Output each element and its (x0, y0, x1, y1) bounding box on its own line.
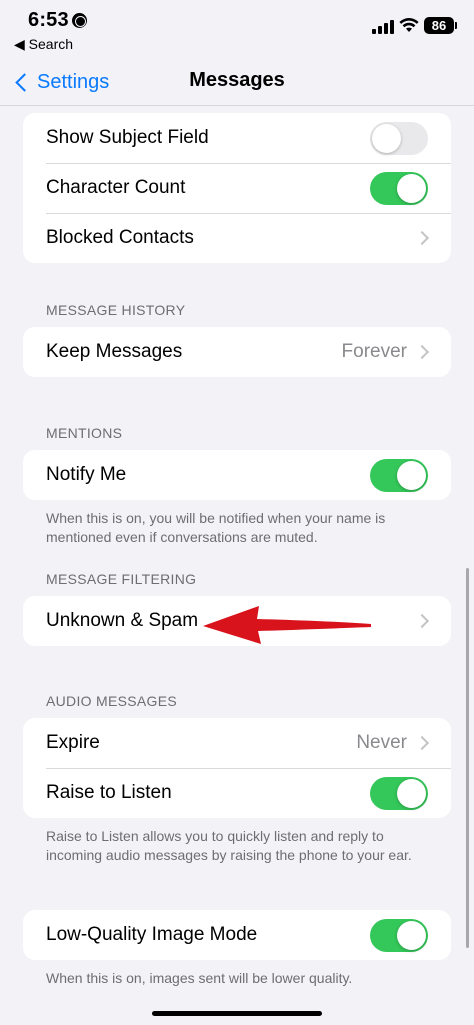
row-value: Forever (341, 341, 407, 362)
group-message-history: Keep Messages Forever (23, 327, 451, 377)
red-arrow-annotation (203, 606, 371, 644)
row-label: Expire (46, 732, 100, 753)
row-character-count: Character Count (23, 163, 451, 213)
group-general: Show Subject Field Character Count Block… (23, 113, 451, 263)
row-label: Raise to Listen (46, 782, 172, 803)
group-audio-messages: Expire Never Raise to Listen (23, 718, 451, 818)
section-header-audio-messages: AUDIO MESSAGES (46, 693, 178, 709)
row-label: Show Subject Field (46, 127, 209, 148)
toggle-knob (372, 124, 401, 153)
scroll-indicator (466, 568, 469, 948)
status-time: 6:53 (28, 9, 69, 31)
chevron-right-icon (414, 735, 430, 751)
toggle-knob (397, 779, 426, 808)
section-header-mentions: MENTIONS (46, 425, 123, 441)
signal-icon (372, 20, 394, 34)
row-raise-to-listen: Raise to Listen (23, 768, 451, 818)
toggle-knob (397, 174, 426, 203)
toggle-knob (397, 921, 426, 950)
back-to-search-link[interactable]: ◀ Search (14, 36, 73, 53)
row-label: Keep Messages (46, 341, 183, 362)
section-header-message-history: MESSAGE HISTORY (46, 302, 186, 318)
globe-icon (72, 13, 87, 28)
row-notify-me: Notify Me (23, 450, 451, 500)
row-label: Blocked Contacts (46, 227, 194, 248)
chevron-right-icon (414, 613, 430, 629)
page-title: Messages (189, 69, 285, 91)
toggle-knob (397, 461, 426, 490)
group-mentions: Notify Me (23, 450, 451, 500)
navigation-bar: Settings Messages (0, 56, 474, 106)
row-value: Never (356, 732, 407, 753)
row-label: Character Count (46, 177, 186, 198)
row-label: Unknown & Spam (46, 610, 199, 631)
row-label: Low-Quality Image Mode (46, 924, 258, 945)
chevron-right-icon (414, 344, 430, 360)
chevron-right-icon (414, 230, 430, 246)
mentions-footer-note: When this is on, you will be notified wh… (46, 510, 386, 545)
low-quality-image-mode-toggle[interactable] (370, 919, 428, 952)
row-blocked-contacts[interactable]: Blocked Contacts (23, 213, 451, 263)
battery-icon: 86 (424, 17, 457, 34)
row-keep-messages[interactable]: Keep Messages Forever (23, 327, 451, 377)
row-label: Notify Me (46, 464, 127, 485)
notify-me-toggle[interactable] (370, 459, 428, 492)
group-low-quality: Low-Quality Image Mode (23, 910, 451, 960)
wifi-icon (399, 18, 419, 32)
row-show-subject-field: Show Subject Field (23, 113, 451, 163)
low-quality-footer-note: When this is on, images sent will be low… (46, 970, 353, 986)
section-header-message-filtering: MESSAGE FILTERING (46, 571, 197, 587)
character-count-toggle[interactable] (370, 172, 428, 205)
show-subject-field-toggle[interactable] (370, 122, 428, 155)
row-low-quality-image-mode: Low-Quality Image Mode (23, 910, 451, 960)
raise-to-listen-toggle[interactable] (370, 777, 428, 810)
home-indicator[interactable] (152, 1011, 322, 1016)
audio-messages-footer-note: Raise to Listen allows you to quickly li… (46, 828, 412, 863)
status-bar: 6:53 ◀ Search 86 (0, 0, 474, 56)
row-expire[interactable]: Expire Never (23, 718, 451, 768)
nav-divider (0, 105, 474, 106)
